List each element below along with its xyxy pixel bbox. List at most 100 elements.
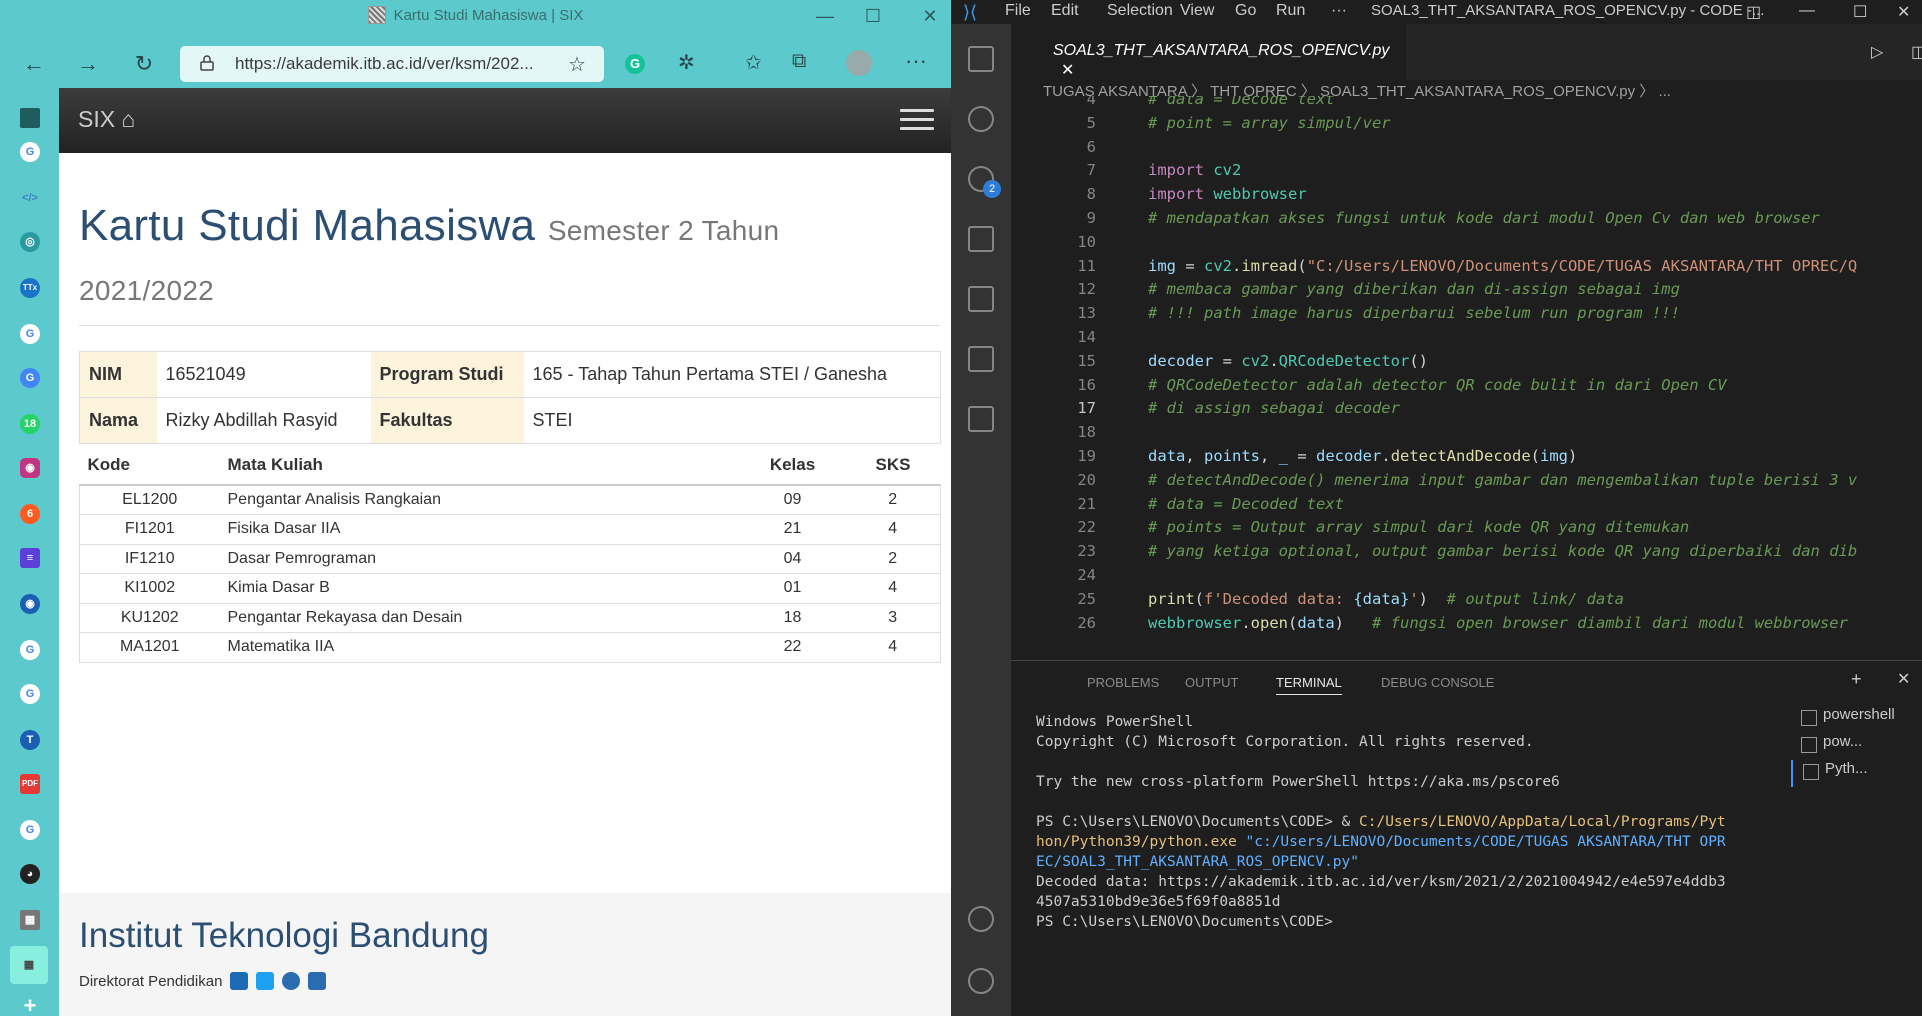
close-icon[interactable]: ✕ [1897,2,1910,22]
cell-kode: KU1202 [79,602,220,633]
instagram-icon[interactable] [230,972,249,990]
maximize-icon[interactable]: ☐ [1853,2,1867,22]
terminal-output[interactable]: Windows PowerShell Copyright (C) Microso… [1036,712,1836,932]
run-debug-icon[interactable] [968,226,994,252]
code-icon[interactable]: </> [20,188,40,208]
forward-icon[interactable]: → [72,48,104,80]
favorite-add-icon[interactable]: ☆ [568,52,586,77]
app-6-icon[interactable]: 6 [20,504,40,524]
favorites-icon[interactable]: ✩ [745,50,762,75]
more-icon[interactable]: ··· [905,48,927,74]
instagram-icon[interactable]: ◉ [20,458,40,478]
tab-problems[interactable]: PROBLEMS [1087,675,1159,690]
maximize-icon[interactable]: ☐ [858,4,888,28]
list-icon[interactable]: ≡ [20,548,40,568]
layout-icon[interactable]: ◫ [1746,2,1761,22]
line-number: 22 [1077,518,1096,537]
tab-actions-icon[interactable] [20,108,40,128]
github-icon[interactable]: ◕ [20,864,40,884]
code-line[interactable]: # !!! path image harus diperbarui sebelu… [1148,304,1680,322]
tab-terminal[interactable]: TERMINAL [1276,675,1342,695]
chat-icon[interactable] [282,972,301,990]
translate-icon[interactable]: G [20,368,40,388]
table-row: MA1201 Matematika IIA 22 4 [79,632,941,662]
extensions-icon[interactable]: ✲ [678,50,695,75]
menu-toggle-button[interactable] [900,109,934,133]
browser-sidebar: G </> ◎ TTx G G 18 ◉ 6 ≡ ◉ G G T PDF G ◕… [0,88,59,1016]
run-icon[interactable]: ▷ [1871,42,1883,62]
code-line[interactable]: decoder = cv2.QRCodeDetector() [1148,352,1428,370]
remote-explorer-icon[interactable] [968,346,994,372]
menu-item[interactable]: File [1005,2,1031,20]
code-line[interactable]: import webbrowser [1148,185,1307,203]
minimize-icon[interactable]: — [1799,2,1815,20]
courses-body: EL1200 Pengantar Analisis Rangkaian 09 2 FI1… [79,484,941,662]
pdf-icon[interactable]: PDF [20,774,40,794]
tab-close-icon[interactable]: ✕ [1061,62,1074,79]
testing-icon[interactable] [968,406,994,432]
tab-debug-console[interactable]: DEBUG CONSOLE [1381,675,1494,690]
account-icon[interactable] [968,906,994,932]
whatsapp-icon[interactable]: 18 [20,414,40,434]
google-icon[interactable]: G [20,820,40,840]
google-icon[interactable]: G [20,640,40,660]
google-icon[interactable]: G [20,324,40,344]
app-icon[interactable]: ◎ [20,232,40,252]
collections-icon[interactable]: ⧉ [792,50,806,73]
tt-icon[interactable]: TTx [20,278,40,298]
cell-sks: 4 [845,632,941,662]
minimize-icon[interactable]: — [810,4,840,28]
menu-item[interactable]: Selection [1107,2,1173,20]
grammarly-icon[interactable]: G [625,54,645,74]
profile-avatar[interactable] [846,50,872,76]
app-icon[interactable]: ◉ [20,594,40,614]
menu-item[interactable]: Run [1276,2,1305,20]
code-line[interactable]: # mendapatkan akses fungsi untuk kode da… [1148,209,1820,227]
code-line[interactable]: # data = Decoded text [1148,495,1344,513]
code-line[interactable]: # membaca gambar yang diberikan dan di-a… [1148,280,1680,298]
code-line[interactable]: # di assign sebagai decoder [1148,399,1400,417]
explorer-icon[interactable] [968,46,994,72]
itb-icon[interactable]: ▦ [20,910,40,930]
address-bar[interactable]: https://akademik.itb.ac.id/ver/ksm/202..… [180,46,604,82]
twitter-icon[interactable] [256,972,275,990]
mail-icon[interactable] [308,972,327,990]
six-active-icon[interactable]: ▦ [10,946,48,984]
code-line[interactable]: # detectAndDecode() menerima input gamba… [1148,471,1857,489]
t-icon[interactable]: T [20,730,40,750]
code-line[interactable]: print(f'Decoded data: {data}') # output … [1148,590,1624,608]
refresh-icon[interactable]: ↻ [128,48,160,80]
menu-item[interactable]: Edit [1051,2,1079,20]
code-line[interactable]: # data = Decode text [1148,96,1335,108]
code-line[interactable]: # yang ketiga optional, output gambar be… [1148,542,1857,560]
google-icon[interactable]: G [20,684,40,704]
add-icon[interactable]: + [20,995,40,1016]
code-editor[interactable]: 4 # data = Decode text 5 # point = array si… [1011,96,1882,640]
extensions-icon[interactable] [968,286,994,312]
panel-close-icon[interactable]: ✕ [1897,669,1910,689]
search-icon[interactable] [968,106,994,132]
tab-output[interactable]: OUTPUT [1185,675,1238,690]
code-line[interactable]: webbrowser.open(data) # fungsi open brow… [1148,614,1848,632]
tab-file[interactable]: SOAL3_THT_AKSANTARA_ROS_OPENCV.py ✕ [1011,24,1406,80]
code-line[interactable]: # QRCodeDetector adalah detector QR code… [1148,376,1727,394]
line-number: 6 [1086,137,1096,156]
menu-item[interactable]: View [1180,2,1214,20]
settings-gear-icon[interactable] [968,968,994,994]
line-number: 15 [1077,351,1096,370]
new-terminal-icon[interactable]: + [1851,669,1862,690]
code-line[interactable]: data, points, _ = decoder.detectAndDecod… [1148,447,1577,465]
code-line[interactable]: # points = Output array simpul dari kode… [1148,518,1689,536]
close-icon[interactable]: ✕ [915,4,945,28]
google-icon[interactable]: G [20,142,40,162]
url-text[interactable]: https://akademik.itb.ac.id/ver/ksm/202..… [235,54,555,74]
split-editor-icon[interactable]: ◫ [1911,42,1922,62]
back-icon[interactable]: ← [18,48,50,80]
code-line[interactable]: import cv2 [1148,161,1241,179]
code-line[interactable]: img = cv2.imread("C:/Users/LENOVO/Docume… [1148,257,1857,275]
code-line[interactable]: # point = array simpul/ver [1148,114,1391,132]
tab-title: Kartu Studi Mahasiswa | SIX [393,7,584,24]
six-brand[interactable]: SIX ⌂ [78,106,135,133]
menu-item[interactable]: ··· [1331,2,1347,20]
menu-item[interactable]: Go [1235,2,1256,20]
